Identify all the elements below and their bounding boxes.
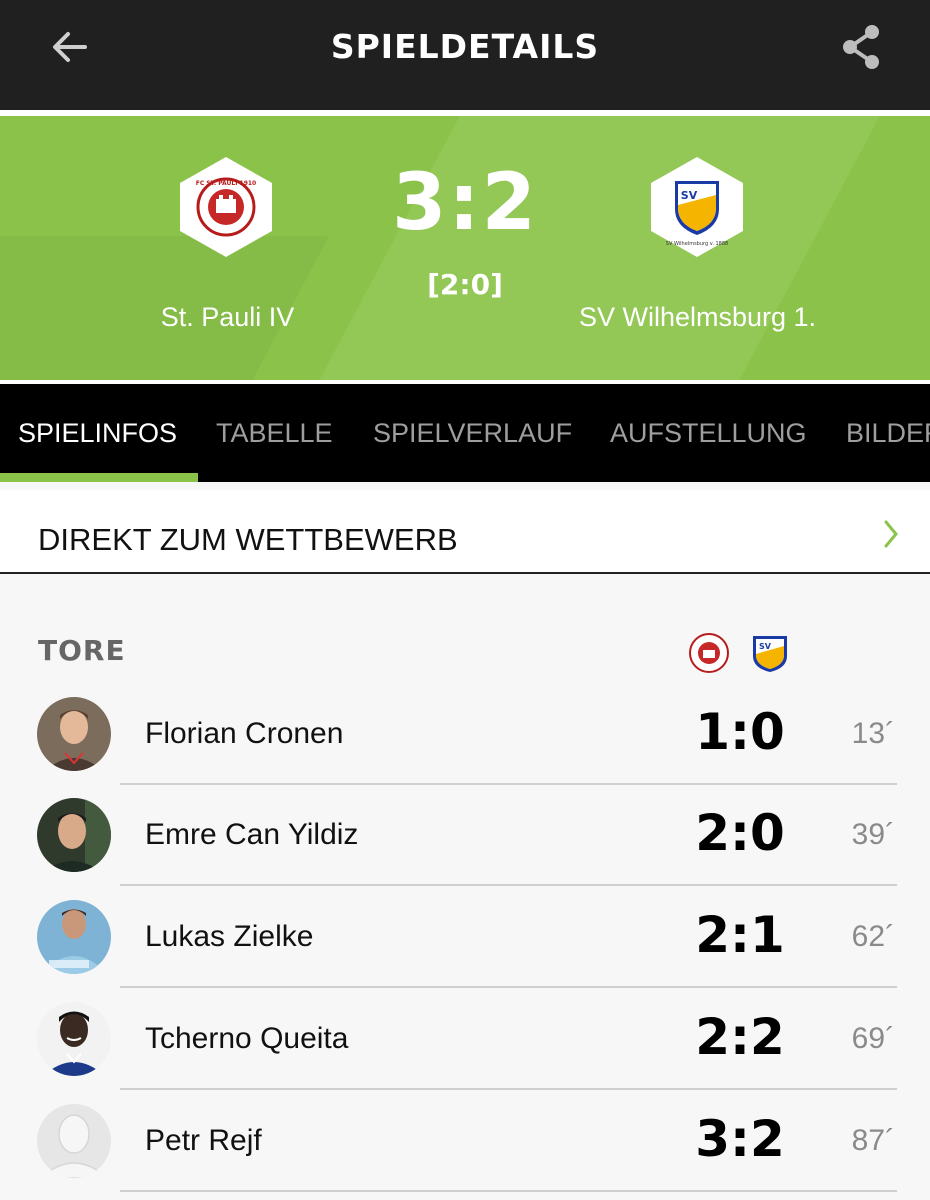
- away-team-name[interactable]: SV Wilhelmsburg 1.: [555, 302, 840, 333]
- goal-row[interactable]: Tcherno Queita 2:2 69´: [0, 1002, 930, 1103]
- goal-scorer-name: Emre Can Yildiz: [145, 818, 359, 851]
- home-team-name[interactable]: St. Pauli IV: [100, 302, 355, 333]
- player-avatar: [37, 900, 111, 974]
- tab-bilder[interactable]: BILDER: [846, 384, 930, 482]
- match-header: FC ST. PAULI 1910 3:2 [2:0] SV SV Wilhel…: [0, 116, 930, 380]
- goal-row[interactable]: Florian Cronen 1:0 13´: [0, 697, 930, 798]
- goal-score: 3:2: [695, 1110, 785, 1168]
- home-team-mini-logo: [689, 633, 729, 673]
- player-avatar: [37, 798, 111, 872]
- share-button[interactable]: [836, 20, 886, 74]
- home-logo-text: FC ST. PAULI 1910: [196, 180, 256, 187]
- goal-minute: 39´: [851, 818, 895, 851]
- competition-link[interactable]: DIREKT ZUM WETTBEWERB: [0, 490, 930, 574]
- goal-row[interactable]: Emre Can Yildiz 2:0 39´: [0, 798, 930, 899]
- goal-minute: 87´: [851, 1124, 895, 1157]
- competition-link-label: DIREKT ZUM WETTBEWERB: [38, 522, 458, 557]
- goal-score: 2:2: [695, 1008, 785, 1066]
- goal-scorer-name: Petr Rejf: [145, 1124, 262, 1157]
- row-divider: [120, 986, 897, 988]
- active-tab-indicator: [0, 473, 198, 482]
- tab-spielinfos[interactable]: SPIELINFOS: [18, 384, 177, 482]
- row-divider: [120, 783, 897, 785]
- goal-row[interactable]: Lukas Zielke 2:1 62´: [0, 900, 930, 1001]
- goal-score: 2:0: [695, 804, 785, 862]
- chevron-right-icon: [884, 520, 898, 548]
- final-score: 3:2: [392, 158, 538, 248]
- background-stripe: [278, 116, 902, 380]
- player-avatar: [37, 1002, 111, 1076]
- away-team-logo[interactable]: SV SV Wilhelmsburg v. 1888: [649, 155, 745, 259]
- row-divider: [120, 884, 897, 886]
- goal-scorer-name: Lukas Zielke: [145, 920, 314, 953]
- goal-minute: 62´: [851, 920, 895, 953]
- goal-scorer-name: Tcherno Queita: [145, 1022, 349, 1055]
- app-header: SPIELDETAILS: [0, 0, 930, 110]
- tab-bar: SPIELINFOS TABELLE SPIELVERLAUF AUFSTELL…: [0, 384, 930, 482]
- share-icon: [843, 25, 879, 69]
- svg-text:SV: SV: [681, 189, 698, 202]
- player-avatar-placeholder: [37, 1104, 111, 1178]
- row-divider: [120, 1190, 897, 1192]
- row-divider: [120, 1088, 897, 1090]
- tab-tabelle[interactable]: TABELLE: [216, 384, 333, 482]
- goal-score: 1:0: [695, 703, 785, 761]
- away-logo-text: SV Wilhelmsburg v. 1888: [666, 241, 728, 247]
- goal-scorer-name: Florian Cronen: [145, 717, 344, 750]
- goal-minute: 69´: [851, 1022, 895, 1055]
- goal-row[interactable]: Petr Rejf 3:2 87´: [0, 1104, 930, 1200]
- halftime-score: [2:0]: [427, 268, 503, 301]
- player-avatar: [37, 697, 111, 771]
- tab-spielverlauf[interactable]: SPIELVERLAUF: [373, 384, 572, 482]
- away-team-mini-logo: SV: [753, 636, 787, 672]
- page-title: SPIELDETAILS: [330, 26, 600, 66]
- goal-score: 2:1: [695, 906, 785, 964]
- svg-text:SV: SV: [759, 642, 772, 651]
- goals-section-title: TORE: [38, 634, 126, 667]
- goal-minute: 13´: [851, 717, 895, 750]
- home-team-logo[interactable]: FC ST. PAULI 1910: [178, 155, 274, 259]
- tab-aufstellung[interactable]: AUFSTELLUNG: [610, 384, 807, 482]
